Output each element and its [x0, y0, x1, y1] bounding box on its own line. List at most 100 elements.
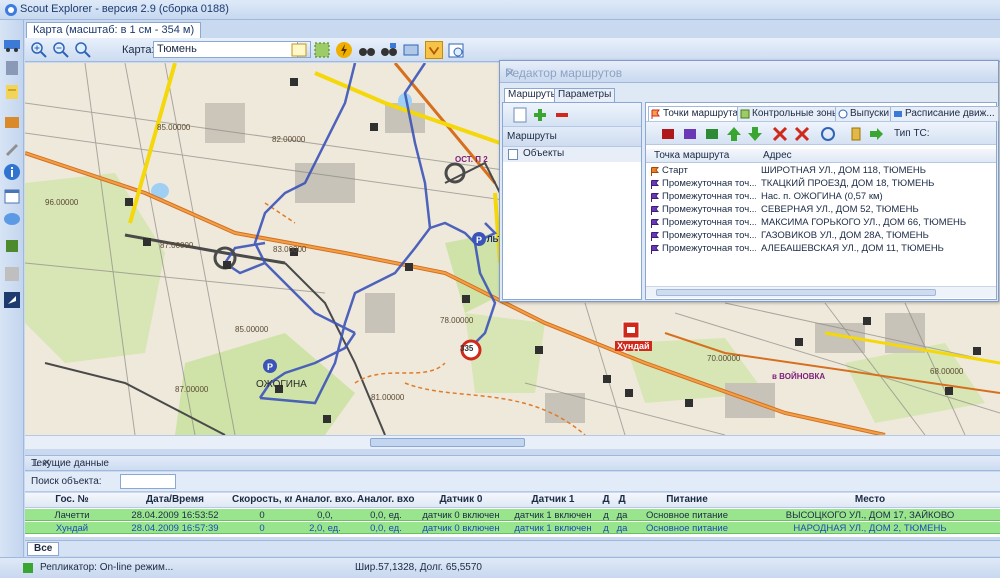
- tab-parameters[interactable]: Параметры: [554, 88, 616, 102]
- routes-pane: Маршруты Объекты: [502, 102, 642, 300]
- table-row[interactable]: Хундай 28.04.2009 16:57:39 0 2,0, ед. 0,…: [25, 522, 1000, 534]
- table-cell: датчик 1 включен: [514, 523, 592, 534]
- coordinates-readout: Шир.57,1328, Долг. 65,5570: [355, 562, 482, 573]
- column-header[interactable]: Гос. №: [27, 494, 117, 505]
- table-row[interactable]: Промежуточная точ... АЛЕБАШЕВСКАЯ УЛ., Д…: [646, 243, 996, 256]
- close-icon[interactable]: ✕: [505, 66, 993, 80]
- column-header[interactable]: Аналог. вхо...: [357, 494, 415, 505]
- add-icon[interactable]: [533, 107, 547, 123]
- column-header[interactable]: Аналог. вхо...: [295, 494, 355, 505]
- tracker-icon[interactable]: [2, 236, 22, 256]
- route-editor-window: Редактор маршрутов ✕ Маршруты Параметры …: [499, 60, 999, 302]
- cursor-icon[interactable]: [2, 290, 22, 310]
- tab-all[interactable]: Все: [27, 542, 60, 556]
- routes-toolbar: [503, 103, 641, 127]
- table-row[interactable]: Промежуточная точ... Нас. п. ОЖОГИНА (0,…: [646, 191, 996, 204]
- table-row[interactable]: Лачетти 28.04.2009 16:53:52 0 0,0, 0,0, …: [25, 509, 1000, 521]
- table-row[interactable]: Промежуточная точ... СЕВЕРНАЯ УЛ., ДОМ 5…: [646, 204, 996, 217]
- tools-icon[interactable]: [2, 138, 22, 158]
- route-editor-titlebar[interactable]: Редактор маршрутов ✕: [500, 61, 998, 83]
- flag-green-icon[interactable]: [704, 126, 720, 142]
- flag-icon: [651, 219, 659, 228]
- info-icon[interactable]: [2, 162, 22, 182]
- flag-icon: [651, 232, 659, 241]
- new-route-icon[interactable]: [513, 107, 527, 123]
- grid-layer-icon[interactable]: [313, 41, 331, 59]
- app-icon: [5, 4, 17, 16]
- status-bar: Репликатор: On-line режим... Шир.57,1328…: [0, 557, 1000, 578]
- delete-all-icon[interactable]: [794, 126, 810, 142]
- point-address: МАКСИМА ГОРЬКОГО УЛ., ДОМ 66, ТЮМЕНЬ: [761, 217, 967, 228]
- column-header[interactable]: Точка маршрута: [654, 150, 729, 161]
- tab-map[interactable]: Карта (масштаб: в 1 см - 354 м): [26, 22, 202, 38]
- column-header[interactable]: Датчик 1: [509, 494, 597, 505]
- flag-start-icon: [651, 167, 659, 176]
- grid-icon[interactable]: [2, 264, 22, 284]
- column-header[interactable]: Адрес: [763, 150, 792, 161]
- scroll-thumb[interactable]: [370, 438, 525, 447]
- select-area-icon[interactable]: [290, 41, 308, 59]
- map-horizontal-scrollbar[interactable]: [25, 435, 1000, 449]
- object-search-input[interactable]: [120, 474, 176, 489]
- scroll-thumb[interactable]: [656, 289, 936, 296]
- table-row[interactable]: Промежуточная точ... МАКСИМА ГОРЬКОГО УЛ…: [646, 217, 996, 230]
- pin-close-icon[interactable]: ⊥ ✕: [31, 458, 994, 469]
- route-item[interactable]: Объекты: [503, 147, 641, 162]
- tab-route-points-label: Точки маршрута: [663, 108, 739, 119]
- map-select[interactable]: Тюмень▼: [153, 41, 311, 58]
- tab-schedule[interactable]: Расписание движ...: [890, 106, 999, 121]
- calendar-icon[interactable]: [2, 186, 22, 206]
- current-data-table: Гос. № Дата/Время Скорость, км/ч Аналог.…: [25, 493, 1000, 537]
- point-address: АЛЕБАШЕВСКАЯ УЛ., ДОМ 11, ТЮМЕНЬ: [761, 243, 944, 254]
- delete-icon[interactable]: [772, 126, 788, 142]
- column-header[interactable]: Питание: [631, 494, 743, 505]
- elevation-label: 85.00000: [157, 123, 191, 132]
- map-layers-icon[interactable]: [402, 41, 420, 59]
- column-header[interactable]: Место: [745, 494, 995, 505]
- vehicle-icon[interactable]: [2, 34, 22, 54]
- tab-control-zones[interactable]: Контрольные зоны: [737, 106, 844, 121]
- refresh-icon[interactable]: [820, 126, 836, 142]
- notes-icon[interactable]: [2, 82, 22, 102]
- lightning-icon[interactable]: [335, 41, 353, 59]
- server-icon[interactable]: [2, 58, 22, 78]
- point-address: Нас. п. ОЖОГИНА (0,57 км): [761, 191, 883, 202]
- tab-releases[interactable]: Выпуски: [835, 106, 894, 121]
- calendar-clock-icon[interactable]: [447, 41, 465, 59]
- district-label: в ВОЙНОВКА: [772, 372, 826, 381]
- point-type: Промежуточная точ...: [662, 204, 756, 215]
- table-cell: датчик 1 включен: [514, 510, 592, 521]
- export-icon[interactable]: [868, 126, 884, 142]
- object-search-row: Поиск объекта:: [25, 472, 1000, 492]
- table-row[interactable]: Старт ШИРОТНАЯ УЛ., ДОМ 118, ТЮМЕНЬ: [646, 165, 996, 178]
- zoom-out-icon[interactable]: [52, 41, 70, 59]
- remove-icon[interactable]: [555, 107, 569, 123]
- table-row[interactable]: Промежуточная точ... ТКАЦКИЙ ПРОЕЗД, ДОМ…: [646, 178, 996, 191]
- tab-route-points[interactable]: Точки маршрута: [648, 106, 743, 121]
- table-cell: 0: [259, 510, 265, 521]
- zoom-icon[interactable]: [74, 41, 92, 59]
- route-editor-icon[interactable]: [425, 41, 443, 59]
- column-header[interactable]: Дата/Время: [120, 494, 230, 505]
- flag-icon: [651, 109, 660, 119]
- column-header[interactable]: Скорость, км/ч: [232, 494, 292, 505]
- arrow-down-icon[interactable]: [747, 126, 763, 142]
- flag-purple-icon[interactable]: [682, 126, 698, 142]
- arrow-up-icon[interactable]: [726, 126, 742, 142]
- point-address: ГАЗОВИКОВ УЛ., ДОМ 28А, ТЮМЕНЬ: [761, 230, 929, 241]
- elevation-label: 96.00000: [45, 198, 79, 207]
- points-horizontal-scrollbar[interactable]: [646, 286, 996, 298]
- flag-red-icon[interactable]: [660, 126, 676, 142]
- binoculars-search-icon[interactable]: [380, 41, 398, 59]
- car-label[interactable]: Хундай: [615, 341, 652, 351]
- reports-icon[interactable]: [2, 112, 22, 132]
- zoom-in-icon[interactable]: [30, 41, 48, 59]
- column-header[interactable]: Датчик 0: [417, 494, 505, 505]
- camera-label: 335: [460, 344, 474, 353]
- binoculars-icon[interactable]: [358, 41, 376, 59]
- chat-icon[interactable]: [2, 210, 22, 230]
- table-row[interactable]: Промежуточная точ... ГАЗОВИКОВ УЛ., ДОМ …: [646, 230, 996, 243]
- column-header[interactable]: Д: [615, 494, 629, 505]
- settings-icon[interactable]: [848, 126, 864, 142]
- column-header[interactable]: Д: [599, 494, 613, 505]
